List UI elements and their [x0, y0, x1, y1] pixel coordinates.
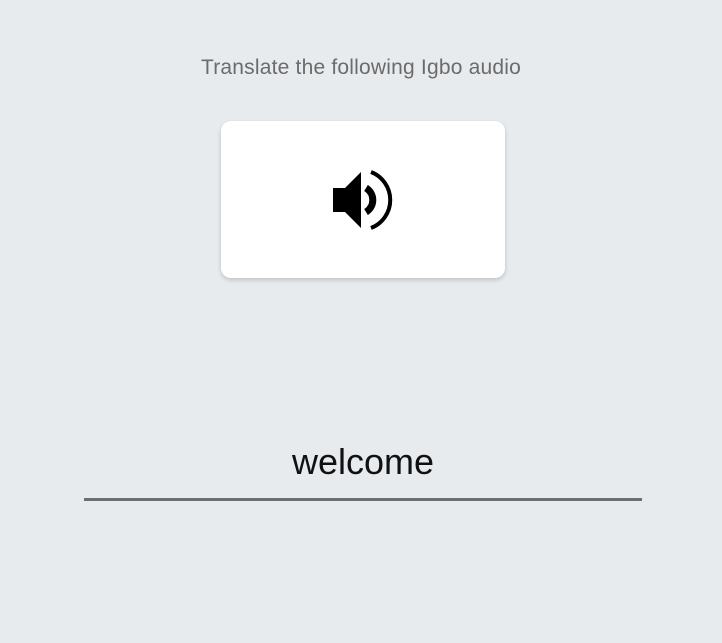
speaker-volume-icon: [333, 170, 393, 230]
play-audio-button[interactable]: [221, 121, 505, 278]
answer-input[interactable]: [84, 426, 642, 501]
instruction-text: Translate the following Igbo audio: [200, 56, 522, 79]
